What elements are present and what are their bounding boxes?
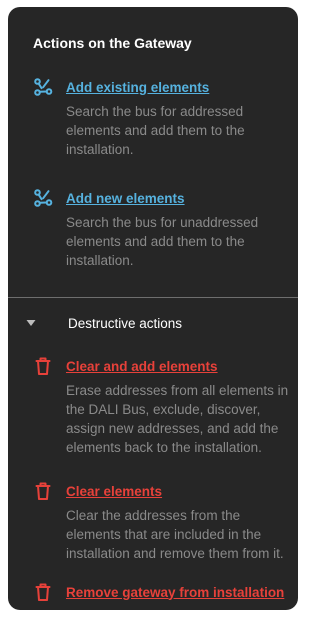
destructive-actions-title: Destructive actions bbox=[68, 315, 183, 331]
trash-icon bbox=[33, 481, 53, 501]
add-new-elements-link-row[interactable]: Add new elements bbox=[33, 188, 295, 208]
clear-elements-link-row[interactable]: Clear elements bbox=[33, 481, 295, 501]
add-new-elements-description: Search the bus for unaddressed elements … bbox=[66, 215, 259, 268]
action-add-new-elements: Add new elements Search the bus for unad… bbox=[33, 188, 295, 270]
gateway-actions-panel: Actions on the Gateway Add existing elem… bbox=[8, 7, 298, 610]
nodes-icon bbox=[33, 77, 53, 97]
remove-gateway-link[interactable]: Remove gateway from installation bbox=[66, 585, 284, 600]
add-new-elements-link[interactable]: Add new elements bbox=[66, 191, 185, 206]
clear-and-add-elements-description: Erase addresses from all elements in the… bbox=[66, 383, 289, 455]
action-add-existing-elements: Add existing elements Search the bus for… bbox=[33, 77, 295, 159]
trash-icon bbox=[33, 356, 53, 376]
trash-icon bbox=[33, 582, 53, 602]
section-title: Actions on the Gateway bbox=[33, 35, 192, 51]
clear-elements-link[interactable]: Clear elements bbox=[66, 484, 162, 499]
destructive-actions-toggle[interactable]: Destructive actions bbox=[8, 311, 298, 335]
action-remove-gateway: Remove gateway from installation bbox=[33, 582, 295, 602]
action-clear-elements: Clear elements Clear the addresses from … bbox=[33, 481, 295, 563]
section-divider bbox=[8, 297, 298, 298]
clear-and-add-elements-link[interactable]: Clear and add elements bbox=[66, 359, 218, 374]
nodes-icon bbox=[33, 188, 53, 208]
clear-and-add-elements-link-row[interactable]: Clear and add elements bbox=[33, 356, 295, 376]
caret-down-icon bbox=[26, 318, 36, 328]
action-clear-and-add-elements: Clear and add elements Erase addresses f… bbox=[33, 356, 295, 457]
add-existing-elements-description: Search the bus for addressed elements an… bbox=[66, 104, 245, 157]
add-existing-elements-link[interactable]: Add existing elements bbox=[66, 80, 209, 95]
clear-elements-description: Clear the addresses from the elements th… bbox=[66, 508, 284, 561]
remove-gateway-link-row[interactable]: Remove gateway from installation bbox=[33, 582, 295, 602]
add-existing-elements-link-row[interactable]: Add existing elements bbox=[33, 77, 295, 97]
